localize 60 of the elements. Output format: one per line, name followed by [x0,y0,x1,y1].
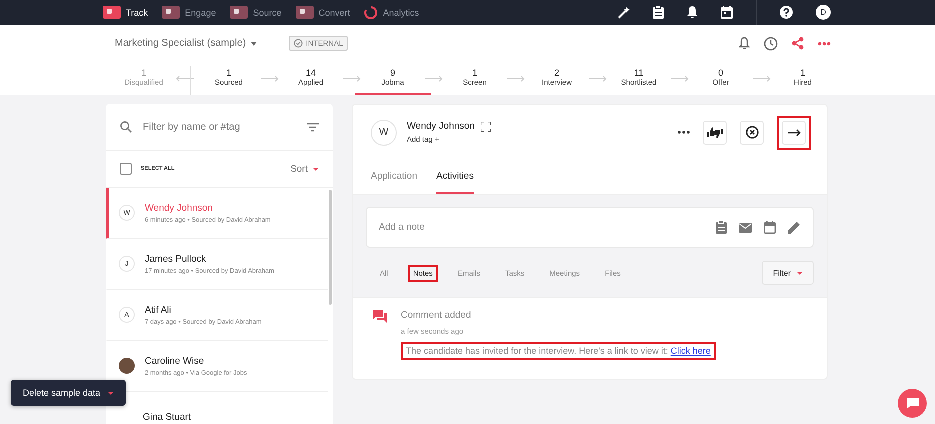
select-all-checkbox[interactable] [120,163,132,175]
right-arrow-icon [788,128,800,136]
job-selector[interactable]: Marketing Specialist (sample) [115,38,258,49]
right-arrow-icon [753,76,771,82]
move-next-button[interactable] [782,120,806,144]
nav-tab[interactable]: Engage [162,6,216,20]
sort-dropdown[interactable]: Sort [290,164,319,174]
thumbs-rating-button[interactable] [703,120,727,144]
scrollbar[interactable] [329,190,332,305]
clipboard-icon[interactable] [716,221,727,234]
card-icon [230,6,248,19]
candidate-name: Atif Ali [145,304,172,316]
click-here-link[interactable]: Click here [670,346,711,356]
reject-button[interactable] [740,120,764,144]
nav-tab[interactable]: Analytics [364,6,420,20]
close-icon [746,126,758,139]
user-avatar[interactable]: D [816,5,831,20]
pencil-icon[interactable] [788,221,801,234]
right-arrow-icon [425,76,443,82]
candidate-name: Wendy Johnson [145,202,214,214]
photo-placeholder [119,358,135,374]
bell-icon[interactable] [687,6,698,19]
card-icon [296,6,314,19]
share-icon[interactable] [792,37,804,50]
search-icon [120,121,132,133]
mail-icon[interactable] [739,222,752,232]
right-arrow-icon [589,76,607,82]
activity-title: Comment added [401,310,472,321]
filter-dropdown[interactable]: Filter [762,261,814,285]
detail-tab[interactable]: Application [371,160,418,194]
candidate-name: Wendy Johnson [407,121,475,132]
card-icon [103,6,121,19]
filter-icon[interactable] [307,122,319,132]
nav-tab[interactable]: Source [230,6,282,20]
comment-icon [373,310,387,323]
clipboard-icon[interactable] [653,6,664,19]
right-arrow-icon [507,76,525,82]
candidate-name: Gina Stuart [143,412,192,422]
candidate-name: James Pullock [145,254,208,264]
calendar-icon[interactable] [721,6,733,19]
card-icon [162,6,180,19]
help-icon[interactable] [780,6,793,19]
left-arrow-icon [176,76,194,82]
initial-avatar: W [371,120,397,146]
candidate-name: Caroline Wise [145,356,206,366]
delete-sample-data-button[interactable]: Delete sample data [11,380,126,406]
magic-wand-icon[interactable] [618,6,630,18]
more-icon[interactable] [678,131,690,134]
right-arrow-icon [671,76,689,82]
nav-tab[interactable]: Convert [296,6,350,20]
activity-note-text: The candidate has invited for the interview. Here's a link to view it: Click here [401,342,716,360]
right-arrow-icon [261,76,279,82]
ring-chart-icon [364,6,378,20]
clock-icon[interactable] [764,36,778,50]
chat-bubble-icon [906,397,920,410]
right-arrow-icon [343,76,361,82]
nav-tab[interactable]: Track [103,6,148,20]
thumbs-up-down-icon [707,126,723,138]
chat-button[interactable] [898,389,927,418]
expand-icon[interactable] [480,122,491,132]
